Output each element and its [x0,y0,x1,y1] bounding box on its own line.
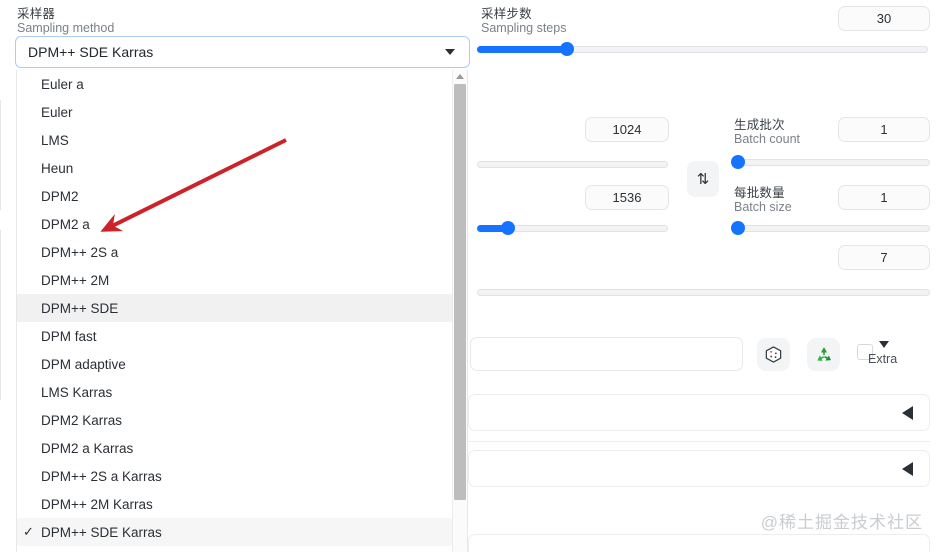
cfg-scale-slider[interactable] [477,285,930,299]
sampler-option-label: Heun [41,160,74,176]
sampler-option-label: DPM2 a [41,216,90,232]
batch-count-label-en: Batch count [734,132,801,147]
sampler-option-label: DPM++ SDE [41,300,119,316]
triangle-down-icon [879,341,889,348]
image-width-value[interactable]: 1024 [585,117,669,142]
left-edge-line [0,100,1,210]
sampler-option[interactable]: DPM adaptive [17,350,467,378]
random-seed-button[interactable] [757,338,790,371]
sampler-option-label: DPM++ 2S a [41,244,119,260]
chevron-down-icon [445,49,455,55]
triangle-left-icon[interactable] [902,405,913,420]
batch-count-label: 生成批次 Batch count [734,118,801,147]
collapsible-panel[interactable] [468,534,930,552]
sampler-option-label: DPM2 Karras [41,412,123,428]
sampler-option[interactable]: DPM fast [17,322,467,350]
sampling-method-label: 采样器 Sampling method [17,7,115,36]
sampler-option-label: DPM++ 2M Karras [41,496,153,512]
sampler-option[interactable]: Heun [17,154,467,182]
sampling-steps-value[interactable]: 30 [838,6,930,31]
image-width-slider[interactable] [477,157,668,171]
sampler-option-label: LMS [41,132,69,148]
sampling-method-option-list[interactable]: Euler a Euler LMS Heun DPM2 DPM2 a DPM++ 2S a D… [17,70,467,546]
sampling-method-dropdown[interactable]: Euler a Euler LMS Heun DPM2 DPM2 a DPM++ 2S a D… [16,70,468,552]
batch-count-label-cn: 生成批次 [734,118,785,132]
swap-dimensions-button[interactable]: ⇅ [687,161,719,197]
sampling-steps-label-cn: 采样步数 [481,7,532,21]
collapsible-panel[interactable] [468,394,930,431]
sampler-option[interactable]: DPM2 a [17,210,467,238]
watermark: @稀土掘金技术社区 [760,513,923,532]
divider [468,441,930,442]
check-icon: ✓ [23,524,34,539]
sampler-option[interactable]: Euler [17,98,467,126]
extra-label: Extra [868,352,898,366]
dropdown-scrollbar-thumb[interactable] [454,84,466,500]
sampler-option[interactable]: DPM++ 2S a [17,238,467,266]
slider-knob[interactable] [501,221,515,235]
dropdown-scrollbar[interactable] [452,70,467,552]
recycle-icon [816,346,831,361]
sampler-option[interactable]: DPM++ 2S a Karras [17,462,467,490]
slider-track [477,289,930,296]
slider-track [734,159,930,166]
sampler-option-label: Euler a [41,76,84,92]
sampling-steps-label-en: Sampling steps [481,21,567,36]
batch-size-value[interactable]: 1 [838,185,930,210]
sampler-option-label: LMS Karras [41,384,113,400]
app-root: 采样器 Sampling method DPM++ SDE Karras Eul… [0,0,939,552]
sampler-option[interactable]: ✓ DPM++ SDE Karras [17,518,467,546]
slider-fill [477,46,567,53]
cfg-scale-value[interactable]: 7 [838,245,930,270]
triangle-left-icon[interactable] [902,461,913,476]
sampler-option-label: DPM++ SDE Karras [41,524,162,540]
seed-input[interactable] [470,337,743,371]
sampler-option-label: DPM2 [41,188,79,204]
left-edge-line [0,230,1,400]
sampler-option-label: DPM++ 2S a Karras [41,468,162,484]
batch-size-label-en: Batch size [734,200,792,215]
batch-count-slider[interactable] [731,155,930,169]
batch-size-label: 每批数量 Batch size [734,186,792,215]
slider-track [477,161,668,168]
sampler-option[interactable]: DPM2 Karras [17,406,467,434]
sampling-method-label-cn: 采样器 [17,7,56,21]
sampling-steps-label: 采样步数 Sampling steps [481,7,567,36]
sampler-option-label: DPM2 a Karras [41,440,134,456]
batch-count-value[interactable]: 1 [838,117,930,142]
dice-icon [765,346,782,363]
swap-vertical-icon: ⇅ [696,171,710,188]
sampling-steps-slider[interactable] [477,42,928,56]
slider-track [734,225,930,232]
slider-knob[interactable] [731,155,745,169]
sampler-option-label: DPM fast [41,328,97,344]
collapsible-panel[interactable] [468,450,930,487]
triangle-up-icon[interactable] [456,74,464,79]
sampler-option[interactable]: DPM++ SDE [17,294,467,322]
sampler-option[interactable]: Euler a [17,70,467,98]
slider-knob[interactable] [731,221,745,235]
sampler-option[interactable]: DPM++ 2M [17,266,467,294]
batch-size-label-cn: 每批数量 [734,186,785,200]
sampling-method-label-en: Sampling method [17,21,115,36]
sampling-method-selected-value: DPM++ SDE Karras [28,44,154,60]
slider-knob[interactable] [560,42,574,56]
sampler-option[interactable]: LMS [17,126,467,154]
sampler-option[interactable]: DPM2 a Karras [17,434,467,462]
image-height-slider[interactable] [477,221,668,235]
sampler-option[interactable]: DPM++ 2M Karras [17,490,467,518]
batch-size-slider[interactable] [731,221,930,235]
sampler-option[interactable]: LMS Karras [17,378,467,406]
sampler-option-label: Euler [41,104,73,120]
sampler-option-label: DPM++ 2M [41,272,110,288]
sampler-option-label: DPM adaptive [41,356,126,372]
sampler-option[interactable]: DPM2 [17,182,467,210]
reuse-seed-button[interactable] [807,338,840,371]
sampling-method-select[interactable]: DPM++ SDE Karras [15,36,470,68]
image-height-value[interactable]: 1536 [585,185,669,210]
